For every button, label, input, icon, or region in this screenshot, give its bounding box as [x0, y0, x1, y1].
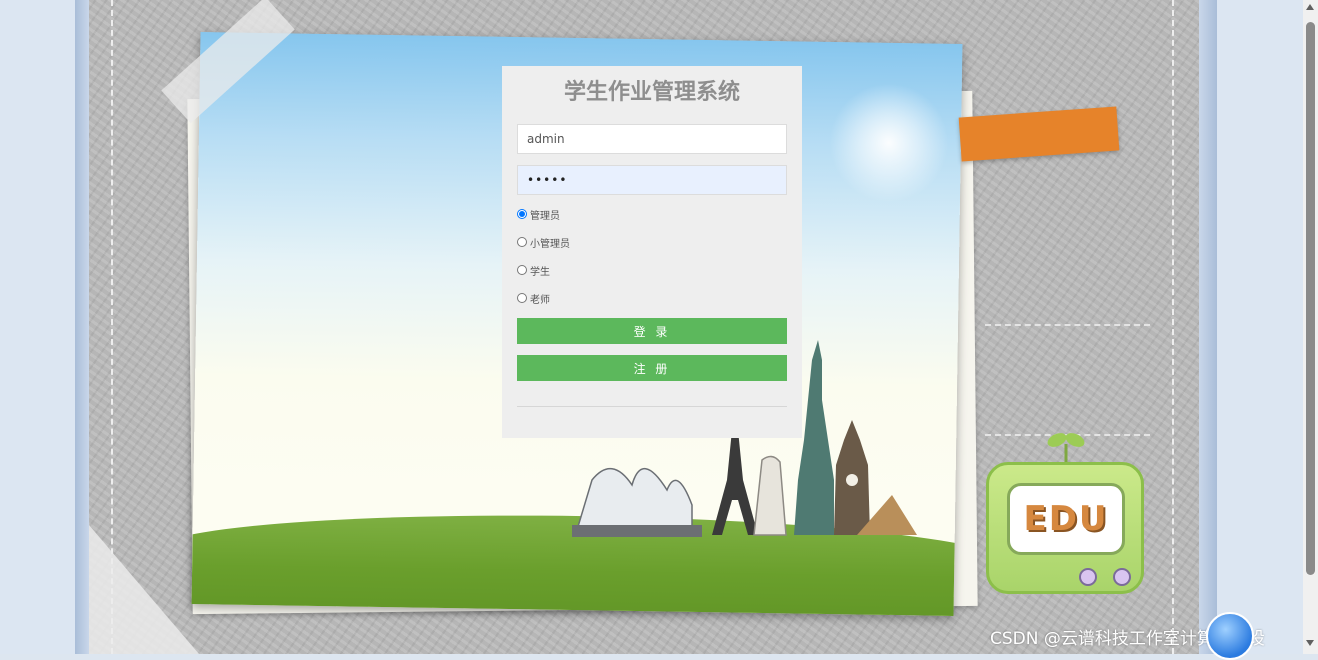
paper-corner-bottom-left: [89, 525, 199, 654]
login-panel: 学生作业管理系统 管理员 小管理员 学生 老师 登 录 注 册: [502, 66, 802, 438]
tv-screen: EDU: [1007, 483, 1125, 555]
left-margin: [0, 0, 75, 654]
role-label: 老师: [530, 294, 550, 306]
stitch-line-horizontal: [985, 324, 1150, 326]
floating-help-icon[interactable]: [1206, 612, 1254, 660]
role-option-sub-admin[interactable]: 小管理员: [517, 234, 570, 250]
right-margin: [1217, 0, 1303, 654]
edu-tv-illustration: EDU: [986, 462, 1144, 594]
role-option-admin[interactable]: 管理员: [517, 206, 560, 222]
tv-knob-icon: [1079, 568, 1097, 586]
page-title: 学生作业管理系统: [563, 80, 740, 105]
tv-knob-icon: [1113, 568, 1131, 586]
register-button[interactable]: 注 册: [517, 355, 787, 381]
role-label: 管理员: [530, 210, 560, 222]
scroll-thumb[interactable]: [1306, 22, 1315, 575]
role-label: 小管理员: [530, 238, 570, 250]
login-button[interactable]: 登 录: [517, 318, 787, 344]
left-frame-edge: [75, 0, 89, 654]
scroll-down-arrow-icon[interactable]: [1306, 640, 1314, 646]
role-option-student[interactable]: 学生: [517, 262, 550, 278]
stitch-line-right: [1172, 0, 1174, 654]
role-option-teacher[interactable]: 老师: [517, 290, 550, 306]
role-label: 学生: [530, 266, 550, 278]
role-radio-admin[interactable]: [517, 209, 527, 219]
edu-label: EDU: [1023, 499, 1109, 539]
role-radio-sub-admin[interactable]: [517, 237, 527, 247]
role-radio-student[interactable]: [517, 265, 527, 275]
role-radio-teacher[interactable]: [517, 293, 527, 303]
scroll-up-arrow-icon[interactable]: [1306, 4, 1314, 10]
leaning-tower-icon: [753, 455, 787, 536]
password-input[interactable]: [517, 165, 787, 195]
sprout-icon: [1047, 433, 1085, 464]
panel-divider: [517, 406, 787, 407]
vertical-scrollbar[interactable]: [1303, 0, 1318, 654]
username-input[interactable]: [517, 124, 787, 154]
sun-glow: [827, 81, 950, 204]
right-frame-edge: [1199, 0, 1217, 654]
